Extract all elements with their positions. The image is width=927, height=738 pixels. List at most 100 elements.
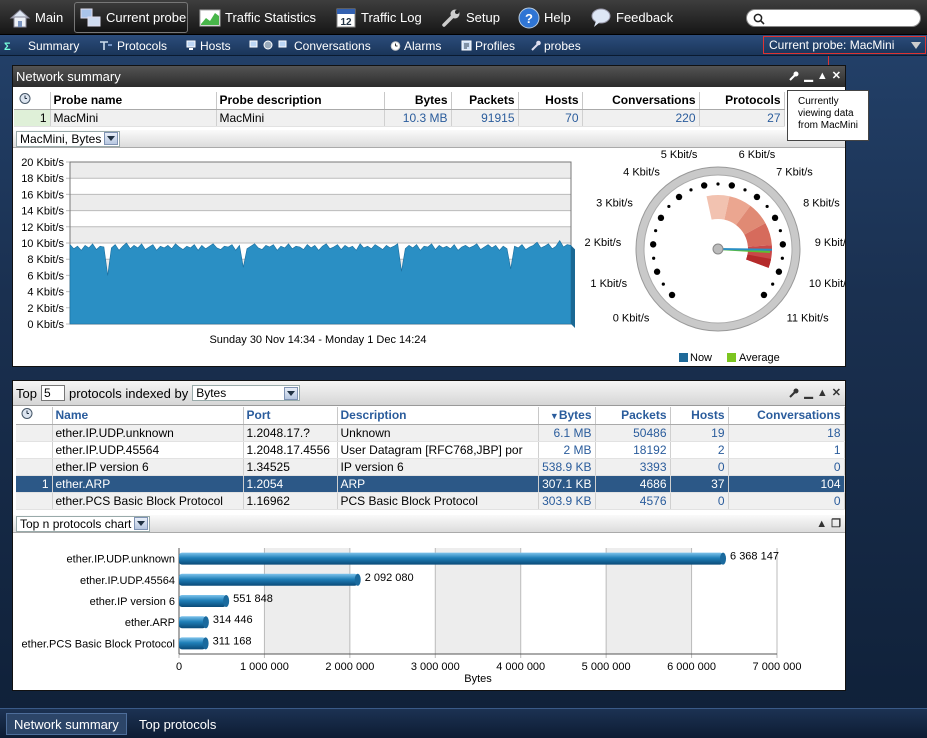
col-name[interactable]: Name [52, 407, 244, 425]
protocols-cell: 27 [699, 109, 785, 127]
svg-text:?: ? [525, 11, 533, 26]
subnav-conversations[interactable]: Conversations [249, 37, 371, 54]
sub-navigation: Σ Summary Protocols Hosts Conversations … [0, 35, 927, 56]
table-row[interactable]: ether.IP.UDP.unknown 1.2048.17.? Unknown 6.… [16, 424, 845, 442]
chevron-down-icon [134, 517, 149, 530]
gauge-minor-tick [771, 282, 775, 286]
conversations-cell: 104 [728, 475, 845, 493]
protocol-bar-chart: 0 1 000 000 2 000 000 3 000 000 4 000 000 5 0… [22, 548, 801, 685]
col-packets[interactable]: Packets [451, 92, 519, 110]
col-probe-name[interactable]: Probe name [50, 92, 217, 110]
gauge-major-tick [668, 291, 676, 299]
area-depth [571, 245, 575, 328]
gauge-major-tick [657, 214, 665, 222]
gear-icon[interactable] [19, 407, 33, 420]
subnav-protocols-label: Protocols [117, 38, 168, 53]
y-tick-label: 8 Kbit/s [27, 254, 64, 266]
grid-band [70, 226, 571, 243]
conversations-icon [249, 40, 291, 51]
chart-selector[interactable]: MacMini, Bytes [16, 130, 121, 147]
col-conversations[interactable]: Conversations [728, 407, 845, 425]
wrench-icon[interactable] [788, 70, 800, 82]
port-cell: 1.16962 [243, 492, 338, 510]
protocol-chart-selector[interactable]: Top n protocols chart [16, 515, 151, 532]
col-bytes-sorted[interactable]: ▼Bytes [538, 407, 596, 425]
network-chart-area: 0 Kbit/s 2 Kbit/s 4 Kbit/s 6 Kbit/s 8 Kbit/s… [13, 149, 852, 366]
nav-help[interactable]: ? Help [513, 2, 576, 33]
subnav-probes[interactable]: probes [530, 37, 581, 54]
table-row[interactable]: 1 MacMini MacMini 10.3 MB 91915 70 220 2… [14, 109, 785, 127]
col-protocols[interactable]: Protocols [699, 92, 785, 110]
indexed-by-select[interactable]: Bytes [192, 385, 301, 401]
probes-icon [530, 40, 541, 51]
search-input[interactable] [746, 9, 921, 27]
col-hosts[interactable]: Hosts [518, 92, 583, 110]
col-port[interactable]: Port [243, 407, 338, 425]
top-n-input[interactable]: 5 [40, 385, 65, 401]
col-probe-description[interactable]: Probe description [216, 92, 385, 110]
gear-icon[interactable] [17, 92, 31, 105]
collapse-icon[interactable]: ▲ [817, 387, 828, 399]
table-settings-header[interactable] [16, 407, 53, 425]
conversations-cell: 0 [728, 458, 845, 476]
subnav-hosts[interactable]: Hosts [186, 37, 231, 54]
x-tick-label: 3 000 000 [411, 661, 460, 673]
protocol-chart-selector-value: Top n protocols chart [20, 516, 132, 531]
nav-traffic-statistics[interactable]: Traffic Statistics [194, 2, 321, 33]
subnav-protocols[interactable]: Protocols [99, 37, 167, 54]
nav-feedback[interactable]: Feedback [585, 2, 678, 33]
collapse-icon[interactable]: ▲ [817, 70, 828, 82]
nav-setup-label: Setup [466, 10, 500, 25]
probe-description-cell: MacMini [216, 109, 385, 127]
y-tick-label: 0 Kbit/s [27, 319, 64, 331]
col-hosts[interactable]: Hosts [670, 407, 729, 425]
bytes-cell: 303.9 KB [538, 492, 596, 510]
bar-cap [720, 552, 727, 565]
tab-top-protocols[interactable]: Top protocols [132, 713, 223, 735]
chart-selector-value: MacMini, Bytes [20, 131, 102, 146]
tooltip: Currently viewing data from MacMini [787, 90, 869, 141]
x-axis-label: Bytes [464, 673, 492, 685]
chevron-down-icon [104, 132, 119, 145]
top-protocols-panel: Top 5 protocols indexed by Bytes ▁ ▲ ✕ N… [12, 380, 846, 691]
restore-icon[interactable]: ❐ [831, 518, 841, 530]
col-conversations[interactable]: Conversations [582, 92, 700, 110]
gauge-tick-label: 2 Kbit/s [585, 237, 622, 249]
subnav-alarms[interactable]: Alarms [390, 37, 441, 54]
minimize-icon[interactable]: ▁ [804, 387, 812, 399]
row-index [16, 441, 53, 459]
collapse-icon[interactable]: ▲ [816, 518, 827, 530]
col-packets[interactable]: Packets [595, 407, 671, 425]
nav-current-probe[interactable]: Current probe [74, 2, 188, 33]
packets-cell: 18192 [595, 441, 671, 459]
nav-main[interactable]: Main [4, 2, 68, 33]
table-row[interactable]: 1 ether.ARP 1.2054 ARP 307.1 KB 4686 37 104 [16, 475, 845, 493]
gauge-minor-tick [780, 256, 784, 260]
gauge-major-tick [771, 214, 779, 222]
packets-cell: 3393 [595, 458, 671, 476]
traffic-area-series [69, 240, 572, 325]
bar-value-label: 6 368 147 [730, 551, 779, 563]
close-icon[interactable]: ✕ [832, 70, 841, 82]
gauge-tick-label: 10 Kbit/s [809, 278, 845, 290]
wrench-icon[interactable] [788, 387, 800, 399]
subnav-summary[interactable]: Σ Summary [4, 37, 79, 54]
subnav-profiles[interactable]: Profiles [461, 37, 515, 54]
table-row[interactable]: ether.IP.UDP.45564 1.2048.17.4556 User Dat… [16, 441, 845, 459]
col-description[interactable]: Description [337, 407, 539, 425]
current-probe-selector[interactable]: Current probe: MacMini [763, 36, 926, 54]
tab-network-summary[interactable]: Network summary [6, 713, 127, 735]
close-icon[interactable]: ✕ [832, 387, 841, 399]
nav-setup[interactable]: Setup [435, 2, 505, 33]
table-settings-header[interactable] [14, 92, 51, 110]
minimize-icon[interactable]: ▁ [804, 70, 812, 82]
col-bytes[interactable]: Bytes [384, 92, 452, 110]
bar-cap [354, 573, 361, 586]
conversations-cell: 1 [728, 441, 845, 459]
y-tick-label: 6 Kbit/s [27, 270, 64, 282]
nav-traffic-log[interactable]: 12 Traffic Log [330, 2, 427, 33]
legend-now: Now [690, 352, 712, 364]
table-row[interactable]: ether.PCS Basic Block Protocol 1.16962 PCS… [16, 492, 845, 510]
table-row[interactable]: ether.IP version 6 1.34525 IP version 6 538… [16, 458, 845, 476]
wrench-icon [440, 7, 462, 29]
